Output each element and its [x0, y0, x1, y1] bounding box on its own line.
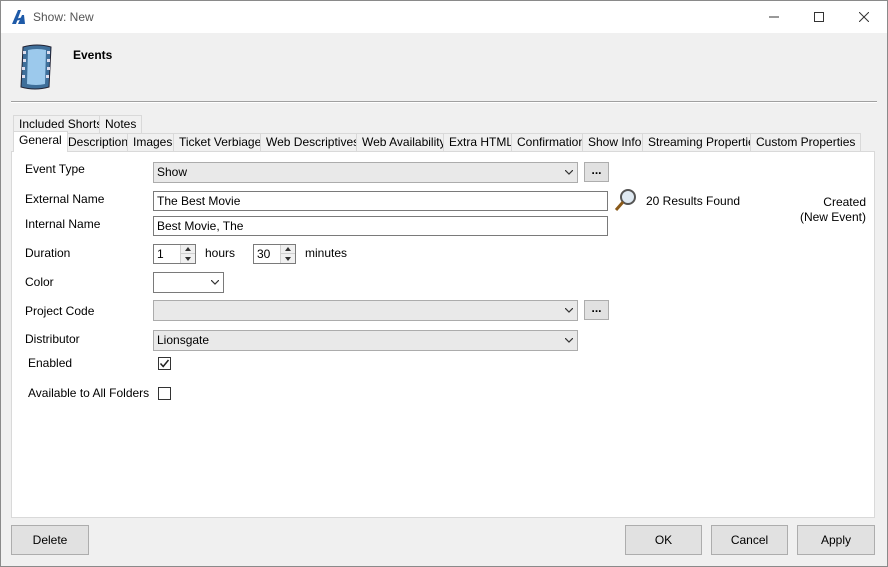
color-select[interactable]: [153, 272, 224, 293]
duration-label: Duration: [25, 246, 71, 260]
maximize-icon: [814, 12, 824, 22]
checkmark-icon: [159, 359, 170, 368]
tab-extra-html[interactable]: Extra HTML: [443, 133, 520, 151]
delete-button[interactable]: Delete: [11, 525, 89, 555]
hours-label: hours: [205, 246, 236, 260]
external-name-input[interactable]: The Best Movie: [153, 191, 608, 211]
minimize-button[interactable]: [751, 1, 797, 33]
distributor-label: Distributor: [25, 332, 80, 346]
minutes-label: minutes: [305, 246, 348, 260]
duration-minutes-value: 30: [257, 247, 271, 261]
tab-confirmation[interactable]: Confirmation: [511, 133, 592, 151]
event-type-label: Event Type: [25, 162, 85, 176]
tab-description[interactable]: Description: [62, 133, 135, 151]
available-all-folders-checkbox[interactable]: [158, 387, 171, 400]
created-value: (New Event): [799, 210, 866, 224]
project-code-browse-button[interactable]: ...: [584, 300, 609, 320]
spin-up-icon[interactable]: [281, 245, 295, 254]
chevron-down-icon: [565, 170, 573, 175]
enabled-checkbox[interactable]: [158, 357, 171, 370]
search-icon[interactable]: [613, 187, 639, 213]
duration-hours-value: 1: [157, 247, 164, 261]
distributor-select[interactable]: Lionsgate: [153, 330, 578, 351]
show-dialog-window: Show: New Events Included Shorts Notes G…: [0, 0, 888, 567]
window-title: Show: New: [33, 10, 94, 24]
tab-general[interactable]: General: [13, 131, 68, 152]
project-code-label: Project Code: [25, 304, 95, 318]
color-label: Color: [25, 275, 54, 289]
hours-spin-buttons[interactable]: [180, 245, 195, 263]
tab-images[interactable]: Images: [127, 133, 179, 151]
header-area: Events: [1, 33, 887, 103]
cancel-button[interactable]: Cancel: [711, 525, 788, 555]
external-name-label: External Name: [25, 192, 105, 206]
tab-web-descriptives[interactable]: Web Descriptives: [260, 133, 366, 151]
event-type-select[interactable]: Show: [153, 162, 578, 183]
maximize-button[interactable]: [796, 1, 842, 33]
chevron-down-icon: [211, 280, 219, 285]
distributor-value: Lionsgate: [157, 333, 210, 347]
tab-show-info[interactable]: Show Info: [582, 133, 648, 151]
close-icon: [859, 12, 869, 22]
internal-name-label: Internal Name: [25, 217, 101, 231]
title-bar[interactable]: Show: New: [1, 1, 887, 33]
spin-up-icon[interactable]: [181, 245, 195, 254]
spin-down-icon[interactable]: [181, 254, 195, 263]
app-logo-icon: [12, 10, 25, 24]
created-label: Created: [823, 195, 866, 209]
film-strip-icon: [20, 44, 52, 90]
general-tab-panel: Event Type Show ... External Name The Be…: [11, 151, 875, 518]
duration-minutes-stepper[interactable]: 30: [253, 244, 296, 264]
tab-web-availability[interactable]: Web Availability: [356, 133, 452, 151]
event-type-browse-button[interactable]: ...: [584, 162, 609, 182]
available-all-folders-label: Available to All Folders: [28, 386, 150, 400]
minutes-spin-buttons[interactable]: [280, 245, 295, 263]
close-button[interactable]: [841, 1, 887, 33]
chevron-down-icon: [565, 308, 573, 313]
tab-notes[interactable]: Notes: [99, 115, 143, 133]
enabled-label: Enabled: [28, 356, 73, 370]
spin-down-icon[interactable]: [281, 254, 295, 263]
apply-button[interactable]: Apply: [797, 525, 875, 555]
chevron-down-icon: [565, 338, 573, 343]
tab-ticket-verbiage[interactable]: Ticket Verbiage: [173, 133, 268, 151]
event-type-value: Show: [157, 165, 188, 179]
tab-custom-properties[interactable]: Custom Properties: [750, 133, 862, 151]
duration-hours-stepper[interactable]: 1: [153, 244, 196, 264]
project-code-select[interactable]: [153, 300, 578, 321]
internal-name-input[interactable]: Best Movie, The: [153, 216, 608, 236]
minimize-icon: [769, 16, 779, 18]
results-found-text: 20 Results Found: [646, 194, 741, 208]
header-title: Events: [73, 48, 113, 62]
ok-button[interactable]: OK: [625, 525, 702, 555]
header-divider: [11, 101, 877, 103]
tab-streaming-properties[interactable]: Streaming Properties: [642, 133, 767, 151]
